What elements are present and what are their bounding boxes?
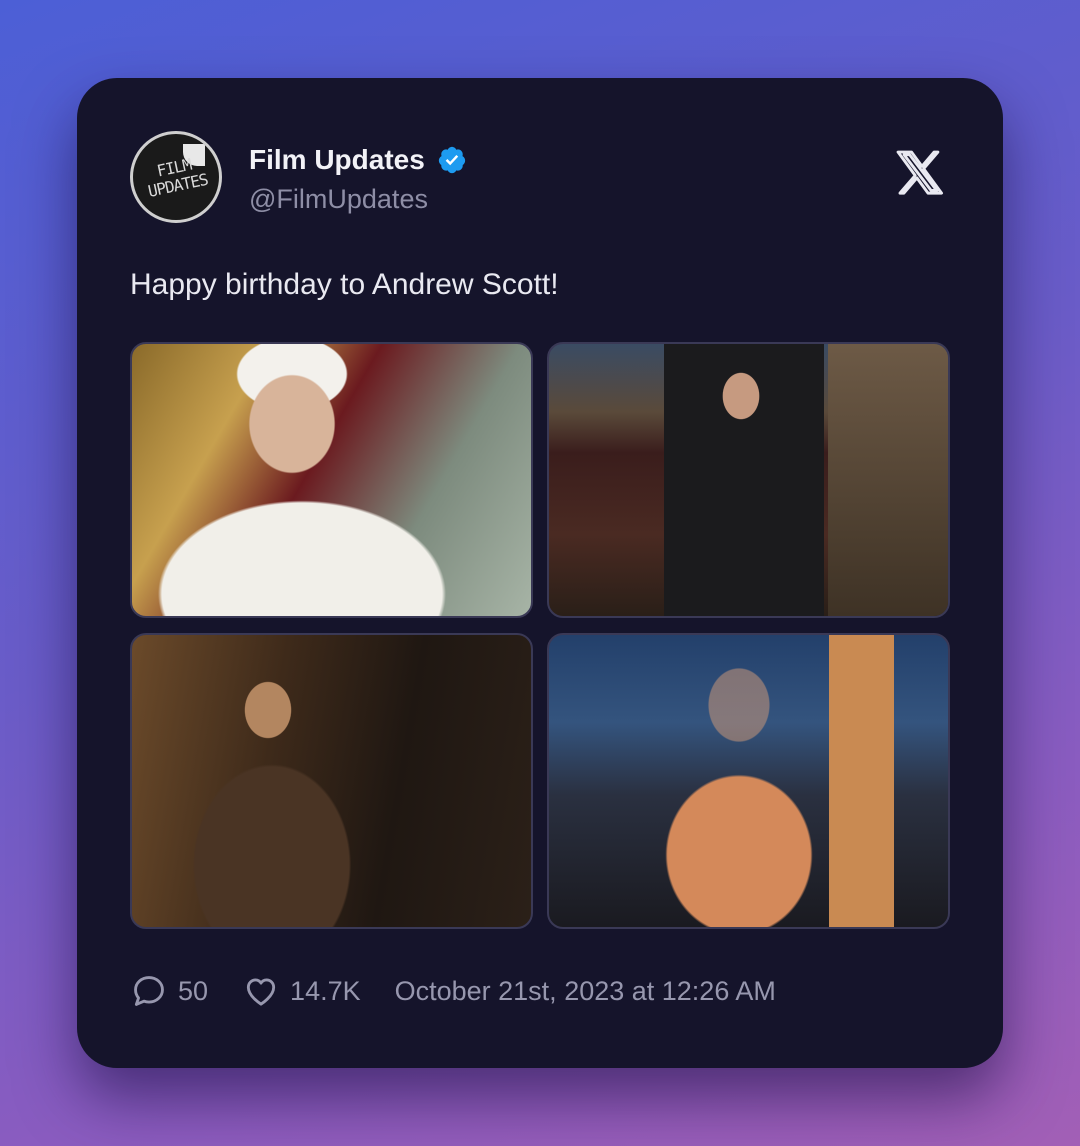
account-name[interactable]: Film Updates [249,144,425,176]
account-name-row: Film Updates [249,144,467,176]
account-handle[interactable]: @FilmUpdates [249,184,428,215]
tweet-text: Happy birthday to Andrew Scott! [130,268,559,301]
photo-4[interactable]: photo-4-man-at-window-night-city [547,633,950,929]
photo-1[interactable]: photo-1-king-in-ermine-robe [130,342,533,618]
avatar[interactable]: FILM UPDATES [130,131,222,223]
reply-stat[interactable]: 50 [130,972,208,1010]
photo-3[interactable]: photo-3-man-with-cigarette-by-brick-wall [130,633,533,929]
reply-icon [134,976,164,1006]
like-count: 14.7K [290,975,361,1006]
avatar-logo-line2: UPDATES [146,169,210,201]
x-logo-icon[interactable] [892,146,950,204]
tweet-card: FILM UPDATES Film Updates @FilmUpdates H… [77,78,1003,1068]
reply-count: 50 [178,975,209,1006]
tweet-footer: 50 14.7K October 21st, 2023 at 12:26 AM [130,972,776,1010]
avatar-logo: FILM UPDATES [133,134,219,220]
heart-icon [246,978,276,1006]
like-stat[interactable]: 14.7K [242,972,361,1010]
photo-2[interactable]: photo-2-priest-in-church [547,342,950,618]
tweet-timestamp[interactable]: October 21st, 2023 at 12:26 AM [395,976,776,1007]
verified-badge-icon [438,146,465,174]
